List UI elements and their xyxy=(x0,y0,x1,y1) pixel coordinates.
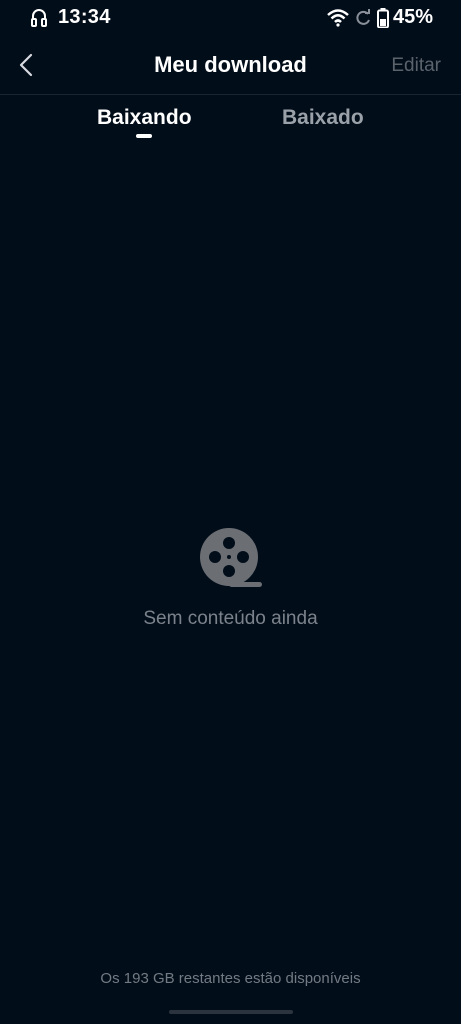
storage-info: Os 193 GB restantes estão disponíveis xyxy=(100,970,361,987)
edit-button[interactable]: Editar xyxy=(391,55,441,77)
empty-state: Sem conteúdo ainda xyxy=(0,526,461,630)
status-bar: 13:34 45% xyxy=(0,0,461,36)
tab-bar: Baixando Baixado xyxy=(0,106,461,146)
status-left: 13:34 xyxy=(30,6,111,29)
battery-percentage: 45% xyxy=(392,6,433,28)
wifi-icon xyxy=(327,8,349,27)
status-time: 13:34 xyxy=(58,6,111,28)
headset-icon xyxy=(31,8,47,27)
home-indicator[interactable] xyxy=(169,1010,293,1014)
sync-icon xyxy=(356,8,370,25)
status-right: 45% xyxy=(327,6,433,29)
battery-icon xyxy=(376,7,389,28)
active-tab-indicator xyxy=(136,134,152,138)
tab-downloaded[interactable]: Baixado xyxy=(282,106,364,130)
app-header: Meu download Editar xyxy=(0,38,461,95)
tab-downloading[interactable]: Baixando xyxy=(97,106,192,130)
film-reel-icon xyxy=(199,528,262,587)
empty-state-message: Sem conteúdo ainda xyxy=(143,608,318,629)
